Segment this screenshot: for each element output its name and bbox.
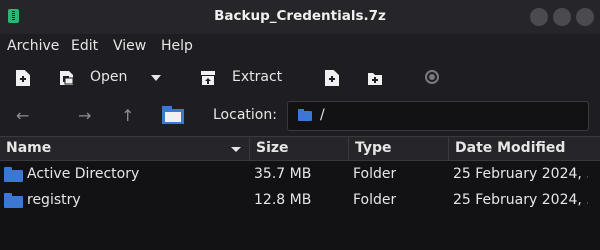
toolbar: Open Extract bbox=[0, 60, 600, 96]
file-list: Name Size Type Date Modified Active Dire… bbox=[0, 136, 600, 250]
folder-icon bbox=[298, 109, 312, 121]
add-file-icon[interactable] bbox=[16, 70, 30, 86]
folder-icon bbox=[4, 167, 23, 182]
column-type[interactable]: Type bbox=[349, 137, 449, 161]
file-date: 25 February 2024, ... bbox=[453, 166, 588, 182]
menu-help[interactable]: Help bbox=[161, 38, 193, 54]
close-button[interactable] bbox=[576, 8, 594, 26]
menu-view[interactable]: View bbox=[113, 38, 146, 54]
sort-descending-icon[interactable] bbox=[231, 147, 241, 152]
record-icon[interactable] bbox=[425, 70, 439, 84]
file-name: Active Directory bbox=[27, 166, 140, 182]
extract-icon[interactable] bbox=[200, 70, 215, 86]
new-folder-icon[interactable] bbox=[367, 70, 382, 86]
table-header: Name Size Type Date Modified bbox=[0, 136, 600, 161]
menu-archive[interactable]: Archive bbox=[7, 38, 59, 54]
minimize-button[interactable] bbox=[530, 8, 548, 26]
file-size: 35.7 MB bbox=[254, 166, 312, 182]
up-arrow-icon[interactable]: ↑ bbox=[121, 106, 134, 125]
location-label: Location: bbox=[213, 107, 277, 123]
column-type-label: Type bbox=[355, 140, 392, 156]
file-name: registry bbox=[27, 192, 81, 208]
home-folder-icon[interactable] bbox=[162, 106, 184, 124]
file-type: Folder bbox=[353, 166, 397, 182]
open-archive-icon[interactable] bbox=[59, 70, 74, 86]
column-date-modified[interactable]: Date Modified bbox=[449, 137, 600, 161]
column-size[interactable]: Size bbox=[250, 137, 349, 161]
column-name-label: Name bbox=[6, 140, 52, 156]
column-date-label: Date Modified bbox=[455, 140, 566, 156]
open-button[interactable]: Open bbox=[90, 69, 127, 85]
maximize-button[interactable] bbox=[553, 8, 571, 26]
column-name[interactable]: Name bbox=[0, 137, 250, 161]
folder-icon bbox=[4, 193, 23, 208]
new-file-icon[interactable] bbox=[325, 70, 339, 86]
location-path[interactable]: / bbox=[320, 107, 325, 123]
menu-bar: Archive Edit View Help bbox=[0, 34, 600, 60]
file-size: 12.8 MB bbox=[254, 192, 312, 208]
table-row[interactable]: registry 12.8 MB Folder 25 February 2024… bbox=[0, 188, 600, 214]
open-dropdown-icon[interactable] bbox=[151, 75, 161, 81]
file-date: 25 February 2024, ... bbox=[453, 192, 588, 208]
window-title: Backup_Credentials.7z bbox=[214, 8, 386, 24]
location-input[interactable]: / bbox=[287, 101, 589, 131]
title-bar: Backup_Credentials.7z bbox=[0, 0, 600, 34]
forward-arrow-icon[interactable]: → bbox=[78, 106, 91, 125]
column-size-label: Size bbox=[256, 140, 289, 156]
extract-button[interactable]: Extract bbox=[232, 69, 282, 85]
file-type: Folder bbox=[353, 192, 397, 208]
back-arrow-icon[interactable]: ← bbox=[16, 106, 29, 125]
menu-edit[interactable]: Edit bbox=[71, 38, 98, 54]
table-row[interactable]: Active Directory 35.7 MB Folder 25 Febru… bbox=[0, 162, 600, 188]
